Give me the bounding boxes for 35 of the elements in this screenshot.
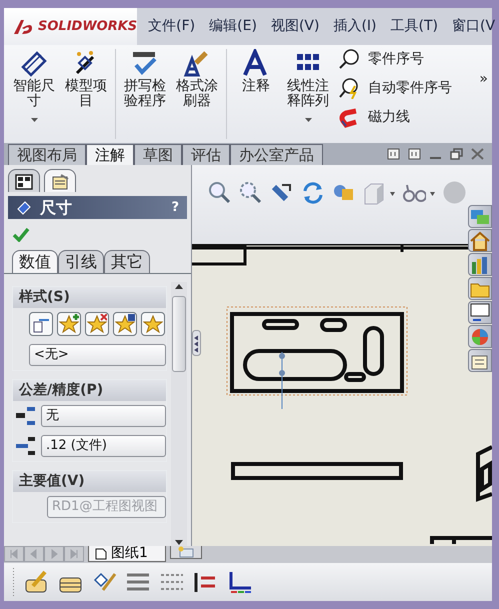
property-tab[interactable]: 其它 bbox=[104, 250, 150, 273]
property-tab[interactable]: 引线 bbox=[58, 250, 104, 273]
dropdown-field[interactable]: .12 (文件) bbox=[41, 435, 166, 457]
ribbon-button[interactable]: 线性注释阵列 bbox=[282, 45, 334, 128]
help-button[interactable]: ? bbox=[171, 201, 179, 214]
command-tab[interactable]: 办公室产品 bbox=[230, 144, 323, 165]
ribbon-button[interactable]: 磁力线 bbox=[338, 107, 452, 128]
ribbon-button[interactable]: 模型项目 bbox=[60, 45, 112, 108]
command-tab[interactable]: 注解 bbox=[86, 144, 134, 165]
ribbon-button[interactable]: 注释 bbox=[230, 45, 282, 94]
dropdown-field[interactable]: 无 bbox=[41, 405, 166, 427]
menu-item[interactable]: 窗口(V bbox=[445, 16, 499, 37]
command-tab[interactable]: 草图 bbox=[134, 144, 182, 165]
property-tab[interactable]: 数值 bbox=[12, 250, 58, 273]
menu-item[interactable]: 插入(I) bbox=[326, 16, 384, 37]
panel-title: 尺寸 bbox=[40, 196, 72, 218]
group-header[interactable]: 样式(S) bbox=[13, 287, 166, 308]
ribbon-button[interactable]: 拼写检验程序 bbox=[119, 45, 171, 108]
sheet-tab[interactable]: 图纸1 bbox=[88, 546, 166, 562]
menu-item[interactable]: 视图(V) bbox=[264, 16, 326, 37]
ribbon-button[interactable]: 智能尺寸 bbox=[8, 45, 60, 128]
ribbon-button[interactable]: 自动零件序号 bbox=[338, 78, 452, 99]
menu-item[interactable]: 编辑(E) bbox=[202, 16, 264, 37]
group-header[interactable]: 公差/精度(P) bbox=[13, 380, 166, 401]
ribbon-button[interactable]: 格式涂刷器 bbox=[171, 45, 223, 108]
ribbon-button[interactable]: 零件序号 bbox=[338, 49, 452, 70]
input-field: RD1@工程图视图 bbox=[47, 496, 166, 518]
logo-text: SOLIDWORKS bbox=[38, 18, 138, 36]
command-tab[interactable]: 视图布局 bbox=[8, 144, 86, 165]
group-header[interactable]: 主要值(V) bbox=[13, 471, 166, 492]
menu-item[interactable]: 文件(F) bbox=[141, 16, 202, 37]
command-tab[interactable]: 评估 bbox=[182, 144, 230, 165]
menu-item[interactable]: 工具(T) bbox=[384, 16, 445, 37]
dropdown-field[interactable]: <无> bbox=[29, 344, 166, 366]
overflow-button[interactable]: » bbox=[479, 69, 488, 90]
